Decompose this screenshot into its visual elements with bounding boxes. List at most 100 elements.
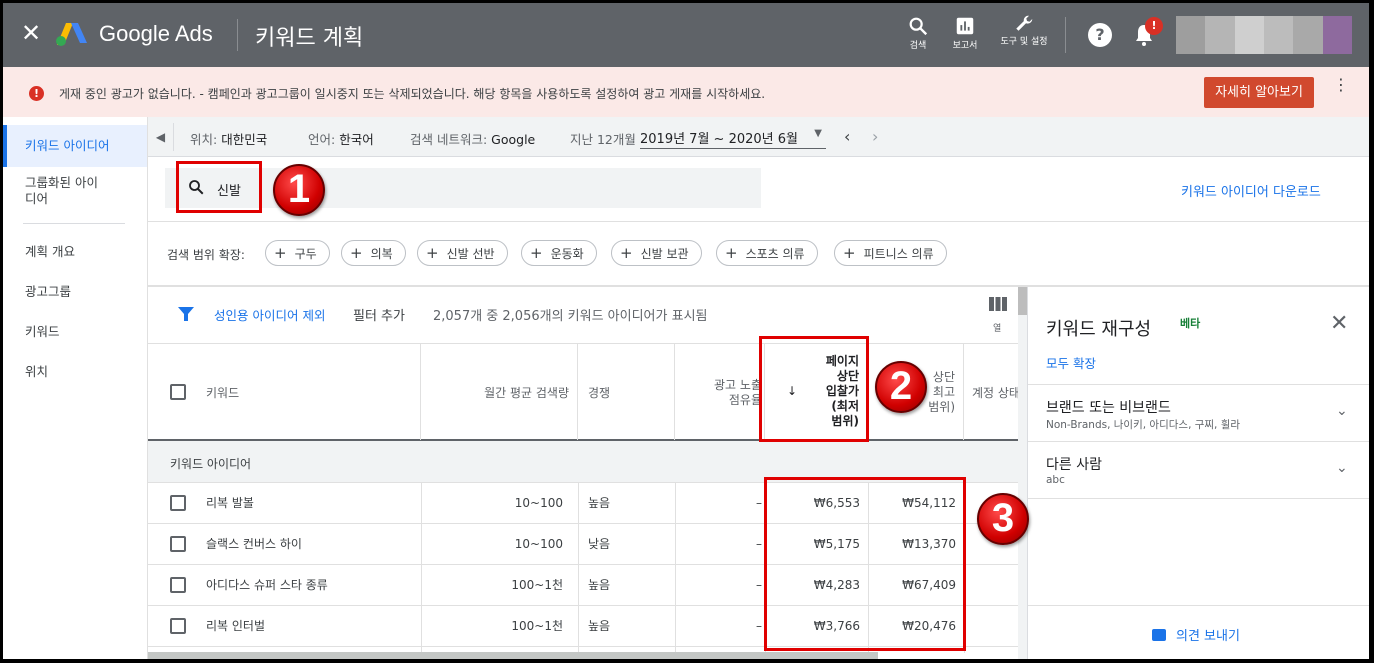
broaden-chip[interactable]: + 피트니스 의류 [834, 240, 947, 266]
language-selector[interactable]: 언어: 한국어 [308, 129, 374, 148]
tools-settings-button[interactable]: 도구 및 설정 [999, 11, 1049, 48]
chip-label: 피트니스 의류 [863, 247, 934, 261]
cell-impression: – [756, 496, 762, 510]
download-keyword-ideas-link[interactable]: 키워드 아이디어 다운로드 [1181, 181, 1321, 200]
broaden-chip[interactable]: + 의복 [341, 240, 406, 266]
feedback-label: 의견 보내기 [1176, 629, 1240, 644]
column-divider [578, 483, 579, 653]
vertical-scrollbar[interactable] [1018, 287, 1027, 659]
app-window: ✕ Google Ads 키워드 계획 검색 보고서 도구 및 설정 ? ! !… [3, 3, 1369, 659]
language-value: 한국어 [339, 132, 374, 147]
sidebar-item-locations[interactable]: 위치 [3, 361, 147, 380]
search-button[interactable]: 검색 [903, 11, 933, 52]
filter-icon[interactable] [177, 305, 195, 323]
cell-competition: 높음 [588, 496, 611, 510]
close-icon[interactable]: ✕ [1330, 311, 1348, 336]
broaden-chip[interactable]: + 구두 [265, 240, 330, 266]
broaden-chip[interactable]: + 스포츠 의류 [716, 240, 818, 266]
network-key: 검색 네트워크: [410, 132, 488, 147]
broaden-chip[interactable]: + 운동화 [521, 240, 597, 266]
header-keyword[interactable]: 키워드 [148, 344, 421, 440]
report-icon [956, 17, 974, 35]
language-key: 언어: [308, 132, 336, 147]
cell-impression: – [756, 619, 762, 633]
refine-section-brand[interactable]: 브랜드 또는 비브랜드 Non-Brands, 나이키, 아디다스, 구찌, 휠… [1028, 385, 1369, 441]
row-checkbox[interactable] [170, 618, 186, 634]
header-impression-share[interactable]: 광고 노출 점유율 [675, 344, 765, 440]
plus-icon: + [843, 244, 856, 262]
highlight-bid-low-header [759, 336, 869, 442]
header-account-status[interactable]: 계정 상태 [964, 344, 1018, 440]
chevron-right-icon[interactable]: › [872, 127, 878, 146]
search-icon [909, 17, 928, 36]
network-selector[interactable]: 검색 네트워크: Google [410, 129, 535, 148]
cell-keyword: 리복 인터벌 [206, 619, 266, 633]
row-checkbox[interactable] [170, 577, 186, 593]
header-competition[interactable]: 경쟁 [578, 344, 675, 440]
divider [1028, 605, 1369, 606]
send-feedback-button[interactable]: 의견 보내기 [1152, 625, 1240, 644]
step-number-badge: 3 [977, 493, 1029, 545]
header-high-line: 최고 [932, 385, 955, 399]
select-all-checkbox[interactable] [170, 384, 186, 400]
scrollbar-thumb[interactable] [1018, 287, 1027, 315]
wrench-icon [1016, 15, 1033, 31]
plus-icon: + [274, 244, 287, 262]
divider [237, 19, 238, 51]
broaden-chip[interactable]: + 신발 보관 [611, 240, 702, 266]
plus-icon: + [350, 244, 363, 262]
search-button-label: 검색 [909, 41, 927, 51]
add-filter-button[interactable]: 필터 추가 [353, 305, 405, 324]
sidebar-item-plan-overview[interactable]: 계획 개요 [3, 241, 147, 260]
top-app-bar: ✕ Google Ads 키워드 계획 검색 보고서 도구 및 설정 ? ! [3, 3, 1369, 67]
plus-icon: + [725, 244, 738, 262]
location-selector[interactable]: 위치: 대한민국 [190, 129, 267, 148]
targeting-bar: ◀ 위치: 대한민국 언어: 한국어 검색 네트워크: Google 지난 12… [148, 117, 1369, 157]
broaden-chip[interactable]: + 신발 선반 [417, 240, 508, 266]
header-monthly-searches[interactable]: 월간 평균 검색량 [421, 344, 578, 440]
sidebar-item-grouped-ideas[interactable]: 그룹화된 아이디어 [3, 175, 103, 207]
collapse-sidebar-icon[interactable]: ◀ [148, 123, 174, 151]
close-icon[interactable]: ✕ [21, 21, 41, 45]
expand-all-link[interactable]: 모두 확장 [1046, 353, 1096, 372]
location-value: 대한민국 [221, 132, 268, 147]
broaden-search-label: 검색 범위 확장: [167, 248, 245, 262]
date-range-select[interactable]: 2019년 7월 ~ 2020년 6월 ▼ [640, 125, 826, 149]
cell-competition: 높음 [588, 578, 611, 592]
header-keyword-label: 키워드 [206, 386, 240, 400]
chip-label: 구두 [294, 247, 317, 261]
plus-icon: + [426, 244, 439, 262]
help-icon[interactable]: ? [1088, 23, 1112, 47]
cell-impression: – [756, 537, 762, 551]
divider [1028, 498, 1369, 499]
learn-more-button[interactable]: 자세히 알아보기 [1204, 77, 1314, 108]
google-ads-logo [56, 23, 87, 46]
header-competition-label: 경쟁 [588, 386, 611, 400]
sidebar-item-keywords[interactable]: 키워드 [3, 321, 147, 340]
account-avatar[interactable] [1176, 16, 1352, 54]
horizontal-scrollbar[interactable] [148, 652, 878, 659]
highlight-search-box [176, 161, 262, 213]
sidebar: 키워드 아이디어 그룹화된 아이디어 계획 개요 광고그룹 키워드 위치 [3, 117, 148, 659]
chip-label: 운동화 [550, 247, 584, 261]
period-key: 지난 12개월 [570, 132, 636, 147]
header-high-line: 범위) [928, 400, 955, 414]
more-vert-icon[interactable]: ⋮ [1333, 77, 1349, 93]
header-impression-line: 광고 노출 [714, 378, 762, 392]
feedback-icon [1152, 629, 1166, 641]
sidebar-item-ad-groups[interactable]: 광고그룹 [3, 281, 147, 300]
location-key: 위치: [190, 132, 218, 147]
reports-button[interactable]: 보고서 [947, 11, 983, 52]
header-account-label: 계정 상태 [972, 386, 1018, 400]
beta-badge: 베타 [1180, 317, 1201, 330]
exclude-adult-filter[interactable]: 성인용 아이디어 제외 [214, 305, 325, 324]
divider [1065, 17, 1066, 53]
alert-banner: ! 게재 중인 광고가 없습니다. - 캠페인과 광고그룹이 일시중지 또는 삭… [3, 67, 1369, 117]
row-checkbox[interactable] [170, 536, 186, 552]
refine-section-others[interactable]: 다른 사람 abc ⌄ [1028, 442, 1369, 498]
column-divider [421, 483, 422, 653]
row-checkbox[interactable] [170, 495, 186, 511]
columns-icon[interactable] [989, 297, 1007, 311]
chevron-left-icon[interactable]: ‹ [844, 127, 850, 146]
sidebar-item-keyword-ideas[interactable]: 키워드 아이디어 [3, 125, 147, 167]
